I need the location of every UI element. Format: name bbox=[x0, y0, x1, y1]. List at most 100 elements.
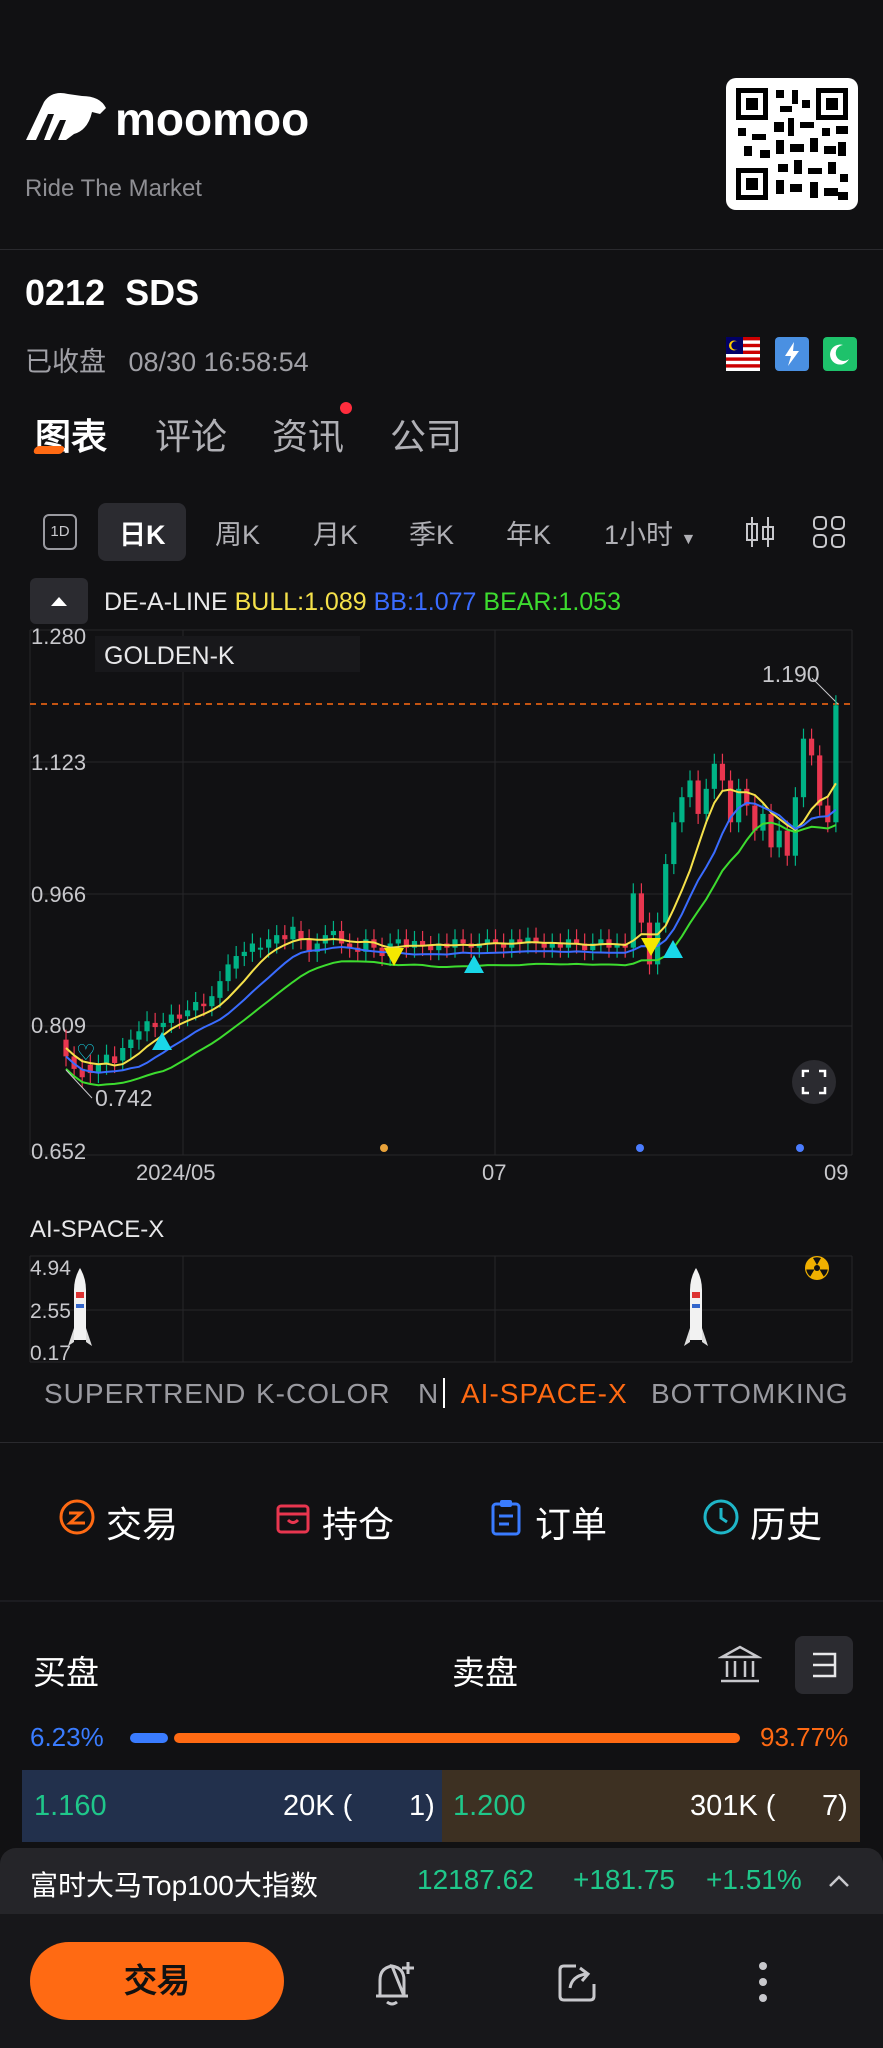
candle-body bbox=[274, 935, 280, 944]
price-line-label: 1.190 bbox=[762, 661, 820, 687]
indicator-legend: DE-A-LINE BULL:1.089 BB:1.077 BEAR:1.053 bbox=[104, 588, 621, 617]
tab-company[interactable]: 公司 bbox=[390, 408, 462, 460]
stock-name: SDS bbox=[125, 272, 200, 313]
stock-title: 0212 SDS bbox=[25, 272, 199, 314]
buy-signal-marker bbox=[663, 940, 683, 958]
qr-code bbox=[726, 78, 858, 210]
legend-bull: BULL:1.089 bbox=[234, 588, 367, 616]
period-quarter[interactable]: 季K bbox=[409, 513, 454, 552]
candle-body bbox=[703, 788, 709, 814]
candle-body bbox=[217, 981, 223, 998]
ask-volume: 301K ( bbox=[690, 1790, 776, 1822]
news-badge bbox=[340, 402, 352, 414]
candle-body bbox=[128, 1039, 134, 1048]
candle-body bbox=[711, 763, 717, 789]
candle-body bbox=[241, 951, 247, 957]
more-menu-icon[interactable] bbox=[751, 1958, 775, 2008]
candle-type-icon[interactable] bbox=[744, 515, 776, 549]
chart-grid bbox=[29, 629, 853, 1156]
ai-space-x-chart: 4.94 2.55 0.17 bbox=[29, 1255, 853, 1365]
period-day[interactable]: 日K bbox=[119, 513, 166, 552]
status-text: 已收盘 bbox=[25, 347, 106, 377]
indicator-tab-supertrend[interactable]: SUPERTREND bbox=[44, 1378, 246, 1410]
app-header: moomoo Ride The Market bbox=[0, 0, 883, 250]
tab-active-indicator bbox=[32, 446, 66, 454]
bid-volume: 20K ( bbox=[283, 1790, 353, 1822]
period-month[interactable]: 月K bbox=[313, 513, 358, 552]
share-icon[interactable] bbox=[556, 1960, 600, 2004]
candle-body bbox=[395, 939, 401, 944]
indicator-tab-bottomking[interactable]: BOTTOMKING bbox=[651, 1378, 849, 1410]
candle-body bbox=[144, 1021, 150, 1032]
rocket-icon bbox=[684, 1268, 708, 1346]
price-chart[interactable]: GOLDEN-K 1.280 1.123 0.966 0.809 0.652 2024/… bbox=[0, 620, 883, 1180]
candle-body bbox=[225, 964, 231, 982]
action-history[interactable]: 历史 bbox=[702, 1498, 822, 1545]
moon-icon[interactable] bbox=[823, 337, 857, 371]
tab-news[interactable]: 资讯 bbox=[272, 408, 344, 460]
bank-icon[interactable] bbox=[718, 1643, 762, 1685]
indicator-tab-aispacex[interactable]: AI-SPACE-X bbox=[461, 1378, 628, 1410]
tab-comments[interactable]: 评论 bbox=[155, 408, 227, 460]
event-dot bbox=[636, 1144, 644, 1152]
lightning-icon[interactable] bbox=[775, 337, 809, 371]
rocket-icon bbox=[68, 1268, 92, 1346]
candle-body bbox=[112, 1056, 118, 1064]
action-orders-label: 订单 bbox=[535, 1504, 608, 1545]
brand-slogan: Ride The Market bbox=[25, 175, 202, 202]
candle-body bbox=[233, 956, 239, 969]
candle-body bbox=[598, 939, 604, 944]
period-year[interactable]: 年K bbox=[506, 513, 551, 552]
candle-body bbox=[663, 864, 669, 923]
bid-ratio-fill bbox=[130, 1733, 168, 1743]
index-name: 富时大马Top100大指数 bbox=[30, 1870, 318, 1901]
sub-chart-title: AI-SPACE-X bbox=[30, 1216, 165, 1243]
action-orders[interactable]: 订单 bbox=[487, 1498, 607, 1545]
candle-body bbox=[541, 943, 547, 948]
candle-body bbox=[330, 930, 337, 936]
candle-body bbox=[193, 1002, 199, 1011]
period-1hour[interactable]: 1小时 ▼ bbox=[604, 513, 696, 552]
overlay-label: GOLDEN-K bbox=[104, 642, 235, 670]
indicator-tab-kcolor[interactable]: K-COLOR bbox=[256, 1378, 391, 1410]
depth-toggle-button-bg[interactable] bbox=[795, 1636, 853, 1694]
price-line-leader bbox=[811, 677, 839, 705]
malaysia-flag-icon bbox=[726, 337, 760, 371]
bb-line bbox=[65, 801, 837, 1074]
action-positions[interactable]: 持仓 bbox=[274, 1498, 394, 1545]
candle-body bbox=[257, 947, 264, 950]
event-dot bbox=[380, 1144, 388, 1152]
candle-body bbox=[549, 943, 555, 948]
grid-layout-icon[interactable] bbox=[812, 515, 846, 549]
ask-price: 1.200 bbox=[453, 1790, 526, 1822]
collapse-toggle-button[interactable] bbox=[30, 578, 88, 624]
ask-ratio-fill bbox=[174, 1733, 740, 1743]
bid-percent: 6.23% bbox=[30, 1722, 104, 1752]
legend-bear: BEAR:1.053 bbox=[483, 588, 621, 616]
status-timestamp: 08/30 16:58:54 bbox=[128, 347, 309, 377]
candle-body bbox=[768, 813, 774, 848]
candle-body bbox=[120, 1047, 126, 1061]
index-change-pct: +1.51% bbox=[706, 1864, 802, 1895]
ask-percent: 93.77% bbox=[760, 1722, 849, 1752]
candle-body bbox=[452, 939, 458, 948]
period-1d[interactable]: 1D bbox=[43, 514, 77, 550]
candle-body bbox=[752, 805, 758, 831]
clock-icon bbox=[703, 1499, 739, 1535]
indicator-tab-n[interactable]: N bbox=[418, 1378, 438, 1410]
header-divider bbox=[0, 249, 883, 250]
candle-body bbox=[298, 930, 304, 940]
period-1hour-label: 1小时 bbox=[604, 520, 674, 550]
candle-body bbox=[63, 1039, 69, 1057]
bull-line bbox=[65, 782, 837, 1067]
candle-body bbox=[638, 893, 644, 923]
add-alert-bell-icon[interactable] bbox=[372, 1958, 418, 2008]
period-week[interactable]: 周K bbox=[215, 513, 260, 552]
fullscreen-button[interactable] bbox=[792, 1060, 836, 1104]
trade-icon bbox=[59, 1499, 95, 1535]
index-change: +181.75 bbox=[573, 1864, 675, 1895]
chevron-up-icon[interactable] bbox=[824, 1866, 854, 1896]
trade-button[interactable]: 交易 bbox=[30, 1942, 284, 2020]
action-trade[interactable]: 交易 bbox=[58, 1498, 178, 1545]
candle-body bbox=[808, 738, 815, 756]
